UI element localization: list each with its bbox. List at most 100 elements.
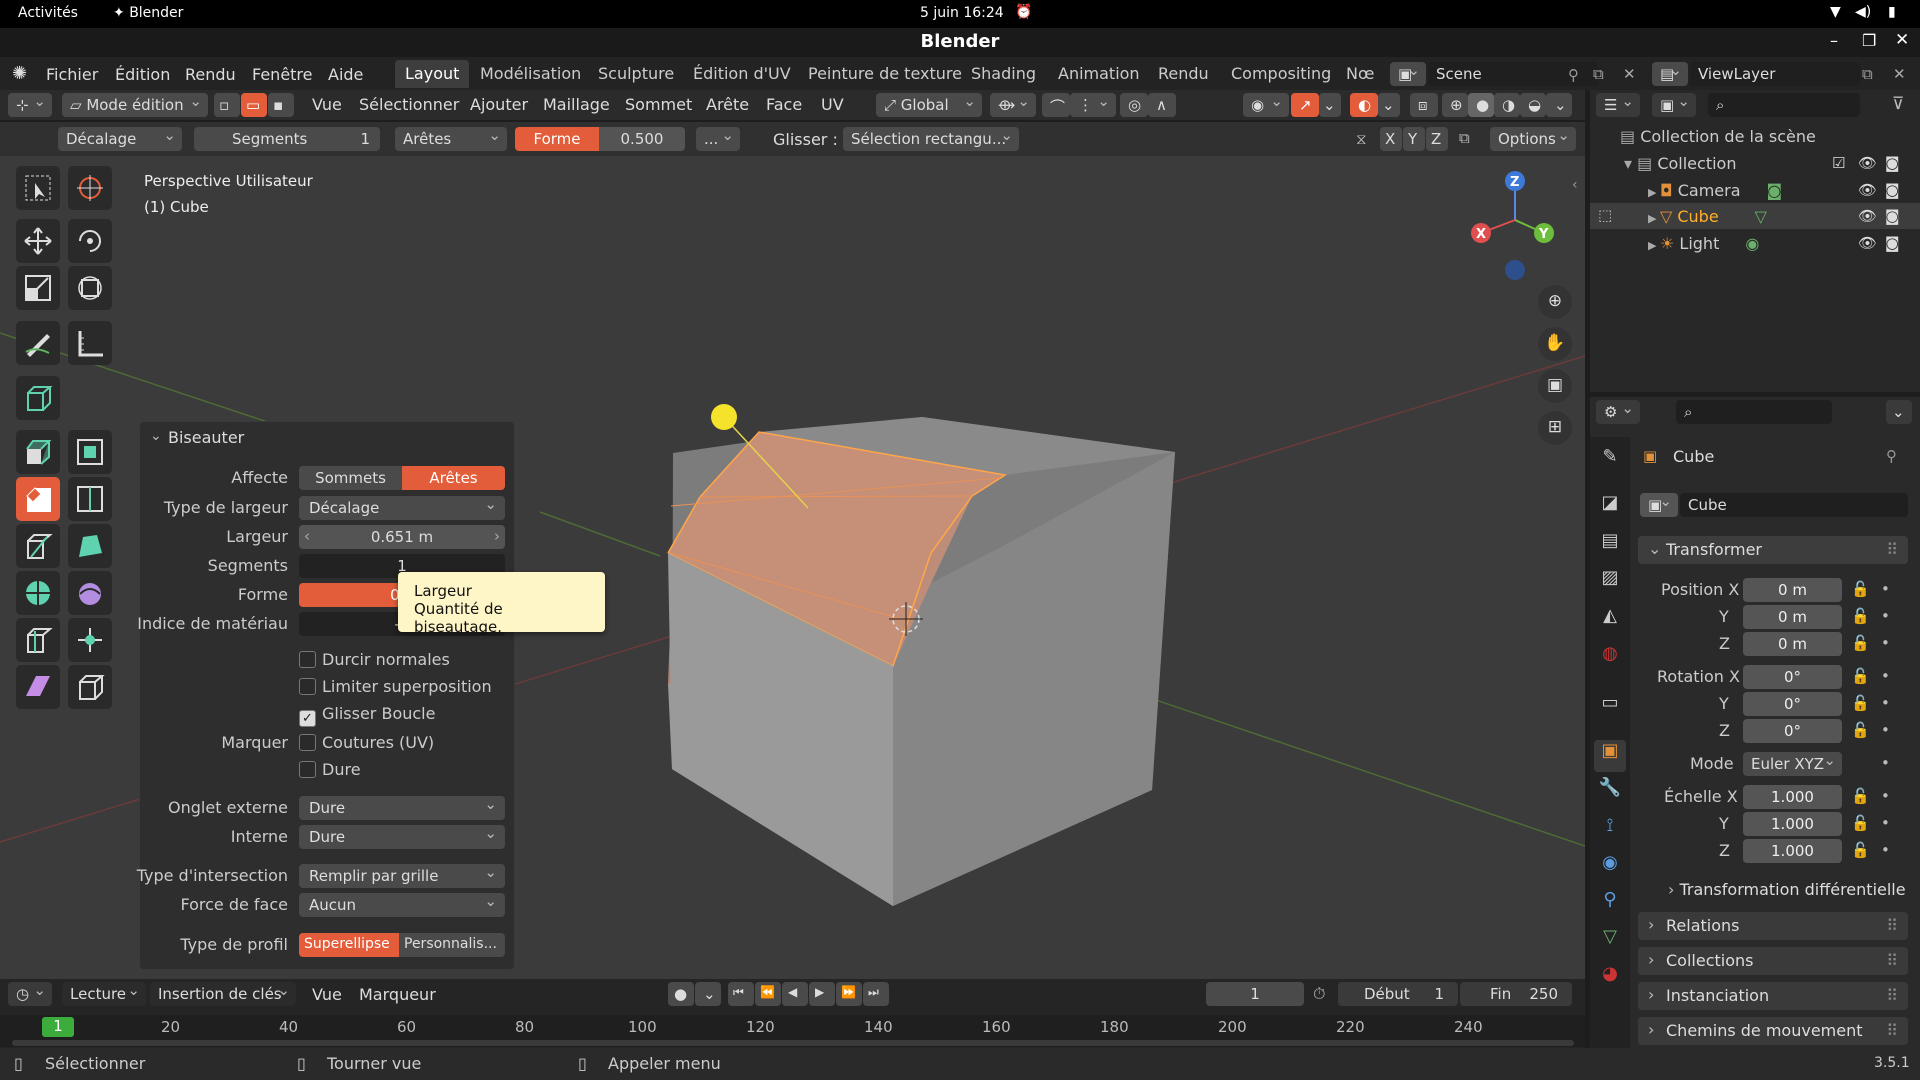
menu-fenetre[interactable]: Fenêtre: [252, 65, 313, 84]
jump-end-icon[interactable]: ⏭: [863, 982, 889, 1006]
affect-aretes-button[interactable]: Arêtes: [402, 466, 505, 490]
inset-tool-icon[interactable]: [68, 430, 112, 474]
timeline-menu-lecture[interactable]: Lecture: [62, 982, 146, 1006]
volume-icon[interactable]: ◀): [1855, 4, 1871, 20]
glisser-dropdown[interactable]: Sélection rectangu...: [843, 127, 1019, 151]
lock-icon[interactable]: 🔓: [1851, 580, 1870, 598]
pan-hand-icon[interactable]: ✋: [1538, 327, 1572, 361]
outliner-editor-type-icon[interactable]: ☰: [1596, 93, 1640, 117]
keyframe-dot-icon[interactable]: •: [1881, 607, 1890, 625]
xray-icon[interactable]: ⧈: [1410, 93, 1438, 117]
collections-panel-header[interactable]: › Collections ⠿: [1638, 947, 1908, 975]
end-frame-field[interactable]: Fin 250: [1460, 982, 1572, 1006]
select-box-tool-icon[interactable]: [16, 166, 60, 210]
delete-scene-icon[interactable]: ✕: [1623, 65, 1636, 83]
timeline-editor-type-icon[interactable]: ◷: [8, 982, 52, 1006]
mirror-icon[interactable]: ⧖: [1356, 130, 1367, 148]
properties-search-input[interactable]: ⌕: [1676, 400, 1832, 424]
durcir-normales-checkbox[interactable]: Durcir normales: [299, 650, 450, 669]
menu-vue[interactable]: Vue: [312, 95, 342, 114]
collapse-chevron-icon[interactable]: ⌄: [150, 428, 162, 444]
menu-aide[interactable]: Aide: [328, 65, 363, 84]
timeline-menu-vue[interactable]: Vue: [312, 985, 342, 1004]
menu-sommet[interactable]: Sommet: [625, 95, 692, 114]
camera-data-icon[interactable]: ◙: [1741, 181, 1783, 200]
position-y-field[interactable]: 0 m: [1743, 605, 1842, 629]
viewlayer-selector-icon[interactable]: ▤: [1652, 62, 1688, 86]
object-tab-icon[interactable]: ▣: [1594, 740, 1626, 772]
properties-options-icon[interactable]: ⌄: [1886, 400, 1912, 424]
drag-handle-icon[interactable]: ⠿: [1886, 951, 1898, 970]
mirror-x-toggle[interactable]: X: [1380, 127, 1402, 151]
menu-edition[interactable]: Édition: [115, 65, 170, 84]
shrink-fatten-tool-icon[interactable]: [68, 618, 112, 662]
render-camera-icon[interactable]: ◙: [1885, 181, 1900, 199]
profile-custom-button[interactable]: Personnalis...: [399, 933, 505, 957]
face-select-icon[interactable]: ▪: [268, 93, 294, 117]
menu-ajouter[interactable]: Ajouter: [470, 95, 528, 114]
keyframe-dot-icon[interactable]: •: [1881, 787, 1890, 805]
solid-shading-icon[interactable]: ●: [1468, 93, 1494, 117]
scene-tab-icon[interactable]: ◭: [1594, 605, 1626, 637]
zoom-icon[interactable]: ⊕: [1538, 285, 1572, 319]
scale-y-field[interactable]: 1.000: [1743, 812, 1842, 836]
rotation-x-field[interactable]: 0°: [1743, 665, 1842, 689]
properties-editor-type-icon[interactable]: ⚙: [1596, 400, 1640, 424]
pin-icon[interactable]: ⚲: [1568, 66, 1579, 84]
world-tab-icon[interactable]: ◍: [1594, 643, 1626, 675]
bevel-segments-field[interactable]: Segments 1: [194, 127, 380, 151]
mode-selector[interactable]: ▱ Mode édition: [62, 93, 208, 117]
wifi-icon[interactable]: ▼: [1830, 4, 1841, 20]
render-camera-icon[interactable]: ◙: [1885, 234, 1900, 252]
blender-logo-icon[interactable]: ✺: [12, 63, 27, 84]
scale-tool-icon[interactable]: [16, 266, 60, 310]
shading-drop-icon[interactable]: ⌄: [1546, 93, 1572, 117]
lock-icon[interactable]: 🔓: [1851, 814, 1870, 832]
keyframe-dot-icon[interactable]: •: [1881, 634, 1890, 652]
tab-modelisation[interactable]: Modélisation: [470, 60, 591, 88]
app-menu[interactable]: ✦ Blender: [113, 5, 183, 21]
face-force-dropdown[interactable]: Aucun: [299, 892, 505, 917]
maximize-icon[interactable]: ❐: [1862, 31, 1876, 50]
viewlayer-name-field[interactable]: ViewLayer: [1690, 62, 1860, 86]
lock-icon[interactable]: 🔓: [1851, 607, 1870, 625]
close-icon[interactable]: ✕: [1895, 30, 1909, 50]
bevel-tool-icon[interactable]: [16, 477, 60, 521]
collection-row[interactable]: ▾ ▤ Collection: [1624, 154, 1736, 173]
onglet-externe-dropdown[interactable]: Dure: [299, 795, 505, 820]
expand-arrow-icon[interactable]: ▶: [1648, 186, 1660, 199]
tab-shading[interactable]: Shading: [961, 60, 1046, 88]
physics-tab-icon[interactable]: ◉: [1594, 852, 1626, 884]
auto-merge-icon[interactable]: ⧉: [1459, 129, 1470, 147]
new-viewlayer-icon[interactable]: ⧉: [1862, 65, 1873, 83]
bevel-type-dropdown[interactable]: Décalage: [58, 127, 182, 151]
poly-build-tool-icon[interactable]: [68, 524, 112, 568]
camera-view-icon[interactable]: ▣: [1538, 369, 1572, 403]
output-tab-icon[interactable]: ▤: [1594, 530, 1626, 562]
width-type-dropdown[interactable]: Décalage: [299, 495, 505, 520]
ortho-grid-icon[interactable]: ⊞: [1538, 411, 1572, 445]
edge-slide-tool-icon[interactable]: [16, 618, 60, 662]
menu-arete[interactable]: Arête: [706, 95, 749, 114]
light-data-icon[interactable]: ◉: [1719, 234, 1759, 253]
display-mode-icon[interactable]: ▣: [1652, 93, 1696, 117]
stopwatch-icon[interactable]: ⏱: [1313, 984, 1325, 1004]
edge-select-icon[interactable]: ▭: [241, 93, 267, 117]
tab-peinture-texture[interactable]: Peinture de texture: [798, 60, 972, 88]
record-drop-icon[interactable]: ⌄: [695, 982, 721, 1006]
record-icon[interactable]: ●: [668, 982, 694, 1006]
tab-animation[interactable]: Animation: [1048, 60, 1150, 88]
render-camera-icon[interactable]: ◙: [1885, 154, 1900, 172]
timeline-scrollbar[interactable]: [12, 1040, 1574, 1046]
visibility-icon[interactable]: ◉: [1243, 93, 1289, 117]
pivot-icon[interactable]: ⟴: [990, 93, 1036, 117]
cursor-tool-icon[interactable]: [68, 166, 112, 210]
limiter-superposition-checkbox[interactable]: Limiter superposition: [299, 677, 492, 696]
playhead[interactable]: 1: [42, 1017, 74, 1037]
bevel-affect-dropdown[interactable]: Arêtes: [395, 127, 507, 151]
tab-nodes[interactable]: Nœ: [1336, 60, 1384, 88]
collection-tab-icon[interactable]: ▭: [1594, 692, 1626, 724]
outliner-item-camera[interactable]: ▶ ◘ Camera ◙: [1648, 181, 1782, 200]
transform-panel-header[interactable]: ⌄ Transformer ⠿: [1638, 536, 1908, 564]
menu-rendu[interactable]: Rendu: [185, 65, 236, 84]
